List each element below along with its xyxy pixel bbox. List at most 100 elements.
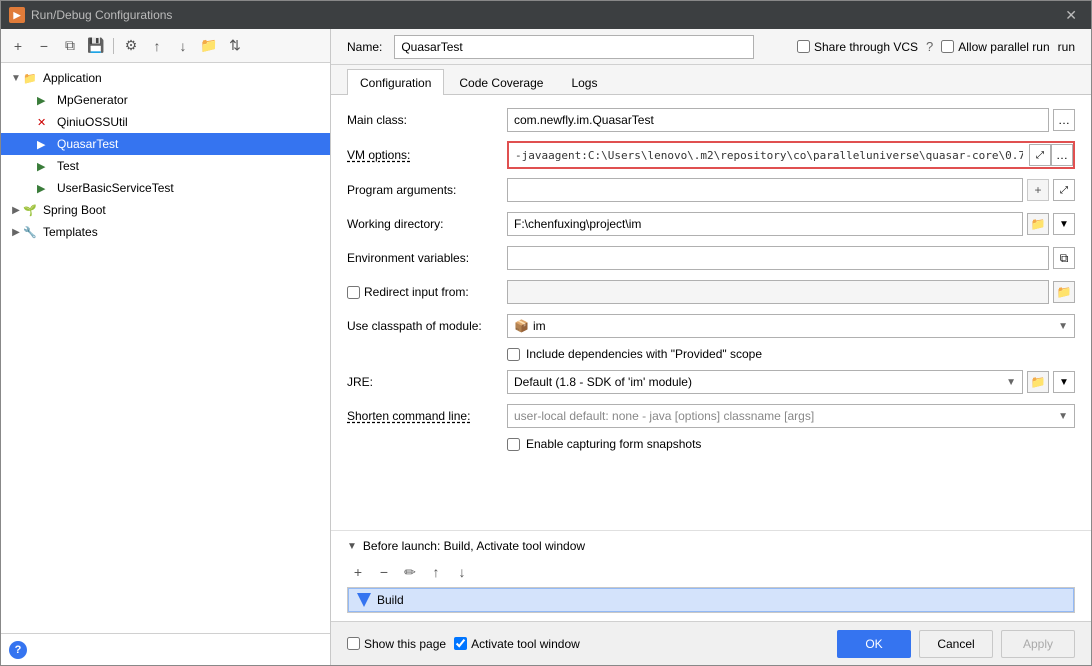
tab-bar: Configuration Code Coverage Logs <box>331 65 1091 95</box>
tab-logs[interactable]: Logs <box>558 69 610 95</box>
program-args-label: Program arguments: <box>347 183 507 197</box>
share-vcs-checkbox[interactable] <box>797 40 810 53</box>
jre-dropdown[interactable]: Default (1.8 - SDK of 'im' module) ▼ <box>507 370 1023 394</box>
error-icon: ✕ <box>37 116 53 129</box>
run-icon: ▶ <box>37 182 53 195</box>
tree-item-label: UserBasicServiceTest <box>57 181 174 195</box>
program-args-input[interactable] <box>507 178 1023 202</box>
before-launch-edit-button[interactable]: ✏ <box>399 561 421 583</box>
program-args-expand-button[interactable]: ⤢ <box>1053 179 1075 201</box>
before-launch-up-button[interactable]: ↑ <box>425 561 447 583</box>
vm-options-row: VM options: ⤢ … <box>347 141 1075 169</box>
spring-icon: 🌱 <box>23 204 39 217</box>
program-args-row: Program arguments: + ⤢ <box>347 177 1075 203</box>
tree-item-mpgenerator[interactable]: ▶ MpGenerator <box>1 89 330 111</box>
help-button[interactable]: ? <box>9 641 27 659</box>
shorten-row: Shorten command line: user-local default… <box>347 403 1075 429</box>
jre-browse-button[interactable]: 📁 <box>1027 371 1049 393</box>
close-button[interactable]: ✕ <box>1059 5 1083 26</box>
activate-label[interactable]: Activate tool window <box>454 637 580 651</box>
cancel-button[interactable]: Cancel <box>919 630 993 658</box>
include-deps-label[interactable]: Include dependencies with "Provided" sco… <box>526 347 762 361</box>
redirect-label: Redirect input from: <box>364 285 477 299</box>
vm-options-browse-button[interactable]: … <box>1051 144 1073 166</box>
main-class-input[interactable] <box>507 108 1049 132</box>
tree-item-label: MpGenerator <box>57 93 128 107</box>
tree-item-test[interactable]: ▶ Test <box>1 155 330 177</box>
redirect-wrap: 📁 <box>507 280 1075 304</box>
tree-item-userbasicservicetest[interactable]: ▶ UserBasicServiceTest <box>1 177 330 199</box>
expand-icon: ▼ <box>9 73 23 84</box>
classpath-dropdown[interactable]: 📦 im ▼ <box>507 314 1075 338</box>
classpath-value: 📦 im <box>514 319 546 333</box>
sort-button[interactable]: ⇅ <box>224 35 246 57</box>
before-launch-item-build[interactable]: Build <box>348 588 1074 612</box>
tab-code-coverage[interactable]: Code Coverage <box>446 69 556 95</box>
jre-value: Default (1.8 - SDK of 'im' module) <box>514 375 692 389</box>
snapshots-checkbox[interactable] <box>507 438 520 451</box>
redirect-input[interactable] <box>507 280 1049 304</box>
tree-item-application[interactable]: ▼ 📁 Application <box>1 67 330 89</box>
activate-checkbox[interactable] <box>454 637 467 650</box>
tab-configuration[interactable]: Configuration <box>347 69 444 95</box>
show-page-checkbox[interactable] <box>347 637 360 650</box>
jre-row: JRE: Default (1.8 - SDK of 'im' module) … <box>347 369 1075 395</box>
program-args-add-button[interactable]: + <box>1027 179 1049 201</box>
config-content: Main class: … VM options: ⤢ … <box>331 95 1091 530</box>
main-class-label: Main class: <box>347 113 507 127</box>
copy-config-button[interactable]: ⧉ <box>59 35 81 57</box>
snapshots-label[interactable]: Enable capturing form snapshots <box>526 437 701 451</box>
before-launch-down-button[interactable]: ↓ <box>451 561 473 583</box>
folder-button[interactable]: 📁 <box>198 35 220 57</box>
share-help-icon[interactable]: ? <box>926 39 933 54</box>
env-vars-browse-button[interactable]: ⧉ <box>1053 247 1075 269</box>
working-dir-browse-button[interactable]: 📁 <box>1027 213 1049 235</box>
run-icon: ▶ <box>37 160 53 173</box>
shorten-value: user-local default: none - java [options… <box>514 409 814 423</box>
jre-label: JRE: <box>347 375 507 389</box>
tree-item-quasartest[interactable]: ▶ QuasarTest <box>1 133 330 155</box>
redirect-browse-button[interactable]: 📁 <box>1053 281 1075 303</box>
redirect-checkbox[interactable] <box>347 286 360 299</box>
redirect-row: Redirect input from: 📁 <box>347 279 1075 305</box>
working-dir-label: Working directory: <box>347 217 507 231</box>
vm-options-wrap: ⤢ … <box>507 141 1075 169</box>
wrench-icon: 🔧 <box>23 226 39 239</box>
header-right: Share through VCS ? Allow parallel run r… <box>797 39 1075 54</box>
name-label: Name: <box>347 40 382 54</box>
move-up-button[interactable]: ↑ <box>146 35 168 57</box>
tree-item-springboot[interactable]: ▶ 🌱 Spring Boot <box>1 199 330 221</box>
collapse-icon[interactable]: ▼ <box>347 541 357 552</box>
before-launch-add-button[interactable]: + <box>347 561 369 583</box>
save-config-button[interactable]: 💾 <box>85 35 107 57</box>
before-launch-item-label: Build <box>377 593 404 607</box>
working-dir-input[interactable] <box>507 212 1023 236</box>
settings-button[interactable]: ⚙ <box>120 35 142 57</box>
before-launch-remove-button[interactable]: − <box>373 561 395 583</box>
build-icon <box>357 593 371 607</box>
move-down-button[interactable]: ↓ <box>172 35 194 57</box>
tree-item-templates[interactable]: ▶ 🔧 Templates <box>1 221 330 243</box>
working-dir-expand-button[interactable]: ▼ <box>1053 213 1075 235</box>
classpath-wrap: 📦 im ▼ <box>507 314 1075 338</box>
allow-parallel-checkbox[interactable] <box>941 40 954 53</box>
apply-button[interactable]: Apply <box>1001 630 1075 658</box>
allow-parallel-suffix: run <box>1058 40 1075 54</box>
show-page-label[interactable]: Show this page <box>347 637 446 651</box>
shorten-dropdown[interactable]: user-local default: none - java [options… <box>507 404 1075 428</box>
allow-parallel-label[interactable]: Allow parallel run <box>941 40 1049 54</box>
bottom-bar-left: Show this page Activate tool window <box>347 637 580 651</box>
ok-button[interactable]: OK <box>837 630 911 658</box>
include-deps-checkbox[interactable] <box>507 348 520 361</box>
vm-options-expand-button[interactable]: ⤢ <box>1029 144 1051 166</box>
vm-options-input[interactable] <box>509 143 1029 167</box>
jre-wrap: Default (1.8 - SDK of 'im' module) ▼ 📁 ▼ <box>507 370 1075 394</box>
tree-item-qiniuossutil[interactable]: ✕ QiniuOSSUtil <box>1 111 330 133</box>
main-class-browse-button[interactable]: … <box>1053 109 1075 131</box>
env-vars-input[interactable] <box>507 246 1049 270</box>
remove-config-button[interactable]: − <box>33 35 55 57</box>
name-input[interactable] <box>394 35 754 59</box>
jre-expand-button[interactable]: ▼ <box>1053 371 1075 393</box>
add-config-button[interactable]: + <box>7 35 29 57</box>
share-vcs-label[interactable]: Share through VCS <box>797 40 918 54</box>
